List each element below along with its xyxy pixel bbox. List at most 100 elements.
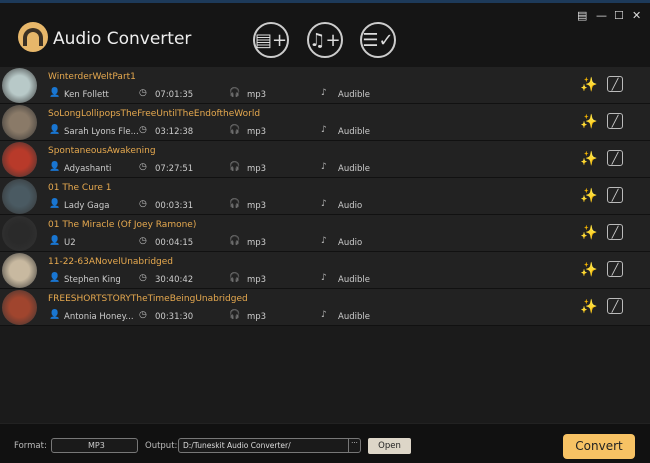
item-source: Audible <box>338 275 370 285</box>
music-note-icon: ♪ <box>321 162 327 172</box>
item-duration: 07:27:51 <box>155 164 194 174</box>
album-cover <box>2 179 37 214</box>
item-source: Audible <box>338 90 370 100</box>
output-label: Output: <box>145 441 178 451</box>
user-icon: 👤 <box>49 88 61 98</box>
item-title: 01 The Cure 1 <box>48 183 112 193</box>
item-title: SoLongLollipopsTheFreeUntilTheEndoftheWo… <box>48 109 261 119</box>
album-cover <box>2 142 37 177</box>
item-source: Audible <box>338 164 370 174</box>
maximize-button[interactable]: ☐ <box>614 9 624 22</box>
album-cover <box>2 68 37 103</box>
album-cover <box>2 216 37 251</box>
file-list: WinterderWeltPart1 👤 Ken Follett ◷ 07:01… <box>0 67 650 326</box>
item-format: mp3 <box>247 164 267 174</box>
minimize-button[interactable]: — <box>596 9 607 22</box>
item-format: mp3 <box>247 238 267 248</box>
list-item[interactable]: 11-22-63ANovelUnabridged 👤 Stephen King … <box>0 252 650 289</box>
music-note-icon: ♪ <box>321 125 327 135</box>
clock-icon: ◷ <box>139 125 147 135</box>
item-format: mp3 <box>247 90 267 100</box>
list-item[interactable]: FREESHORTSTORYTheTimeBeingUnabridged 👤 A… <box>0 289 650 326</box>
magic-wand-icon[interactable]: ✨ <box>580 76 598 94</box>
convert-button[interactable]: Convert <box>563 434 635 459</box>
user-icon: 👤 <box>49 310 61 320</box>
music-note-icon: ♪ <box>321 273 327 283</box>
item-source: Audible <box>338 127 370 137</box>
album-cover <box>2 290 37 325</box>
item-title: SpontaneousAwakening <box>48 146 156 156</box>
list-item[interactable]: SpontaneousAwakening 👤 Adyashanti ◷ 07:2… <box>0 141 650 178</box>
item-format: mp3 <box>247 127 267 137</box>
clock-icon: ◷ <box>139 199 147 209</box>
item-title: FREESHORTSTORYTheTimeBeingUnabridged <box>48 294 248 304</box>
clock-icon: ◷ <box>139 310 147 320</box>
headphones-icon: 🎧 <box>229 88 241 98</box>
item-format: mp3 <box>247 312 267 322</box>
album-cover <box>2 253 37 288</box>
item-format: mp3 <box>247 275 267 285</box>
list-item[interactable]: WinterderWeltPart1 👤 Ken Follett ◷ 07:01… <box>0 67 650 104</box>
user-icon: 👤 <box>49 236 61 246</box>
output-value: D:/Tuneskit Audio Converter/ <box>183 441 291 450</box>
item-title: WinterderWeltPart1 <box>48 72 136 82</box>
item-author: Adyashanti <box>64 164 112 174</box>
item-author: Sarah Lyons Fle... <box>64 127 139 137</box>
menu-icon[interactable]: ▤ <box>577 9 587 22</box>
user-icon: 👤 <box>49 273 61 283</box>
user-icon: 👤 <box>49 162 61 172</box>
headphones-icon: 🎧 <box>229 125 241 135</box>
item-format: mp3 <box>247 201 267 211</box>
music-note-icon: ♪ <box>321 88 327 98</box>
browse-button[interactable]: ··· <box>348 439 360 452</box>
headphones-icon: 🎧 <box>229 273 241 283</box>
item-duration: 03:12:38 <box>155 127 194 137</box>
magic-wand-icon[interactable]: ✨ <box>580 224 598 242</box>
add-files-button[interactable]: ▤+ <box>253 22 289 58</box>
edit-icon[interactable]: ╱ <box>607 298 623 314</box>
clock-icon: ◷ <box>139 273 147 283</box>
headphones-icon: 🎧 <box>229 162 241 172</box>
magic-wand-icon[interactable]: ✨ <box>580 113 598 131</box>
list-item[interactable]: 01 The Cure 1 👤 Lady Gaga ◷ 00:03:31 🎧 m… <box>0 178 650 215</box>
edit-icon[interactable]: ╱ <box>607 76 623 92</box>
magic-wand-icon[interactable]: ✨ <box>580 187 598 205</box>
format-label: Format: <box>14 441 47 451</box>
album-cover <box>2 105 37 140</box>
item-title: 01 The Miracle (Of Joey Ramone) <box>48 220 197 230</box>
header: Audio Converter ▤+ ♫+ ☰✓ ▤ — ☐ ✕ <box>0 3 650 67</box>
music-note-icon: ♪ <box>321 236 327 246</box>
headphones-icon: 🎧 <box>229 310 241 320</box>
item-duration: 00:04:15 <box>155 238 194 248</box>
item-author: Lady Gaga <box>64 201 110 211</box>
user-icon: 👤 <box>49 125 61 135</box>
item-source: Audio <box>338 238 363 248</box>
converted-list-button[interactable]: ☰✓ <box>360 22 396 58</box>
format-select[interactable]: MP3 <box>51 438 138 453</box>
app-title: Audio Converter <box>53 29 192 49</box>
clock-icon: ◷ <box>139 236 147 246</box>
output-path-input[interactable]: D:/Tuneskit Audio Converter/ ··· <box>178 438 361 453</box>
edit-icon[interactable]: ╱ <box>607 261 623 277</box>
list-item[interactable]: 01 The Miracle (Of Joey Ramone) 👤 U2 ◷ 0… <box>0 215 650 252</box>
edit-icon[interactable]: ╱ <box>607 187 623 203</box>
close-button[interactable]: ✕ <box>632 9 641 22</box>
magic-wand-icon[interactable]: ✨ <box>580 261 598 279</box>
item-author: Stephen King <box>64 275 121 285</box>
app-logo-icon <box>18 22 48 52</box>
item-duration: 30:40:42 <box>155 275 194 285</box>
music-note-icon: ♪ <box>321 199 327 209</box>
add-audio-button[interactable]: ♫+ <box>307 22 343 58</box>
edit-icon[interactable]: ╱ <box>607 113 623 129</box>
item-title: 11-22-63ANovelUnabridged <box>48 257 174 267</box>
edit-icon[interactable]: ╱ <box>607 224 623 240</box>
item-author: Antonia Honey... <box>64 312 134 322</box>
edit-icon[interactable]: ╱ <box>607 150 623 166</box>
list-item[interactable]: SoLongLollipopsTheFreeUntilTheEndoftheWo… <box>0 104 650 141</box>
headphones-icon: 🎧 <box>229 199 241 209</box>
open-button[interactable]: Open <box>368 438 411 454</box>
magic-wand-icon[interactable]: ✨ <box>580 298 598 316</box>
item-author: Ken Follett <box>64 90 109 100</box>
magic-wand-icon[interactable]: ✨ <box>580 150 598 168</box>
clock-icon: ◷ <box>139 162 147 172</box>
